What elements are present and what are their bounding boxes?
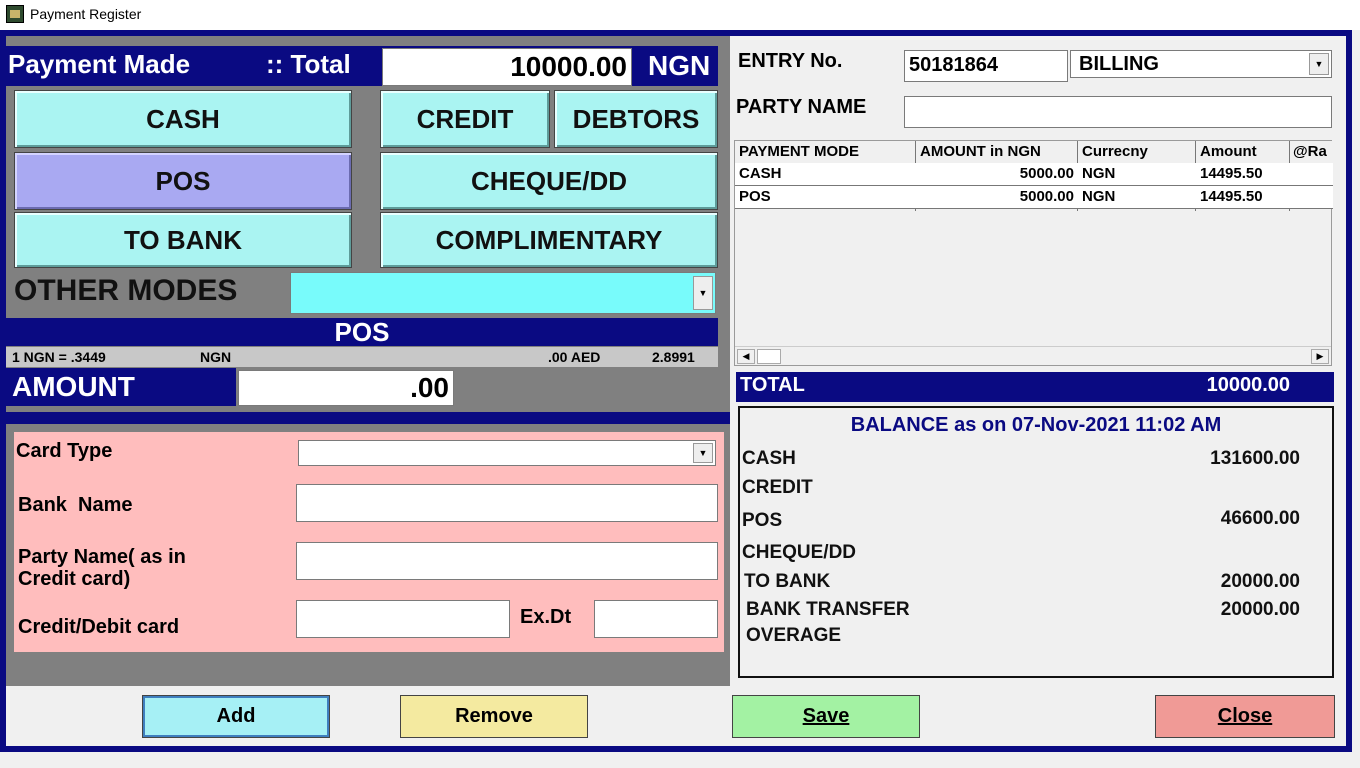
currency-label: NGN (648, 50, 711, 81)
amount-input[interactable]: .00 (238, 370, 454, 406)
grid-header-currency[interactable]: Currecny (1082, 143, 1194, 160)
close-button[interactable]: Close (1155, 695, 1335, 738)
complimentary-mode-button[interactable]: COMPLIMENTARY (380, 212, 718, 268)
party-name-label-line2: Credit card) (18, 568, 131, 590)
balance-overage-label: OVERAGE (746, 625, 842, 646)
grid-cell-currency: NGN (1082, 188, 1116, 205)
grid-cell-amount: 14495.50 (1200, 188, 1263, 205)
party-name-card-input[interactable] (296, 542, 718, 580)
bank-name-label: Bank Name (18, 494, 133, 516)
chevron-down-icon[interactable]: ▼ (693, 276, 713, 310)
bank-name-input[interactable] (296, 484, 718, 522)
cheque-mode-button[interactable]: CHEQUE/DD (380, 152, 718, 210)
section-title: POS (334, 317, 390, 347)
entry-no-field: 50181864 (904, 50, 1068, 82)
other-modes-label: OTHER MODES (14, 274, 238, 307)
grid-cell-mode: POS (739, 188, 771, 205)
balance-cash-label: CASH (742, 448, 796, 469)
debtors-mode-button[interactable]: DEBTORS (554, 90, 718, 148)
balance-cash-value: 131600.00 (1210, 448, 1300, 469)
grid-cell-amount: 14495.50 (1200, 165, 1263, 182)
remove-button[interactable]: Remove (400, 695, 588, 738)
grid-header-row: PAYMENT MODE AMOUNT in NGN Currecny Amou… (735, 141, 1333, 211)
balance-to-bank-value: 20000.00 (1220, 571, 1300, 592)
entry-type-select[interactable]: BILLING ▼ (1070, 50, 1332, 78)
scroll-left-icon[interactable]: ◀ (737, 349, 755, 364)
card-type-select[interactable]: ▼ (298, 440, 716, 466)
balance-bank-transfer-value: 20000.00 (1220, 599, 1300, 620)
balance-bank-transfer-label: BANK TRANSFER (746, 599, 910, 620)
card-number-input[interactable] (296, 600, 510, 638)
scroll-thumb[interactable] (757, 349, 781, 364)
grid-total-value: 10000.00 (1206, 374, 1290, 396)
grid-cell-mode: CASH (739, 165, 782, 182)
rate-bar (6, 347, 718, 367)
window-title: Payment Register (30, 6, 142, 22)
grid-header-amount-ngn[interactable]: AMOUNT in NGN (920, 143, 1076, 160)
grid-header-rate[interactable]: @Ra (1293, 143, 1331, 160)
table-row[interactable]: CASH 5000.00 NGN 14495.50 (735, 163, 1333, 186)
cash-mode-button[interactable]: CASH (14, 90, 352, 148)
balance-to-bank-label: TO BANK (744, 571, 831, 592)
payment-made-label: Payment Made (8, 49, 191, 79)
save-button[interactable]: Save (732, 695, 920, 738)
grid-cell-currency: NGN (1082, 165, 1116, 182)
grid-horizontal-scrollbar[interactable]: ◀ ▶ (735, 346, 1331, 365)
pos-mode-button[interactable]: POS (14, 152, 352, 210)
divider-bar (6, 412, 730, 424)
credit-mode-button[interactable]: CREDIT (380, 90, 550, 148)
party-name-input[interactable] (904, 96, 1332, 128)
add-button[interactable]: Add (142, 695, 330, 738)
party-name-label: PARTY NAME (736, 96, 867, 118)
party-name-label-line1: Party Name( as in (18, 546, 186, 568)
balance-pos-value: 46600.00 (1220, 508, 1300, 529)
rate-left-currency: NGN (200, 349, 232, 365)
card-type-label: Card Type (16, 440, 113, 462)
amount-label: AMOUNT (12, 371, 135, 402)
expiry-input[interactable] (594, 600, 718, 638)
balance-title: BALANCE as on 07-Nov-2021 11:02 AM (850, 414, 1222, 436)
balance-credit-label: CREDIT (742, 477, 813, 498)
table-row[interactable]: POS 5000.00 NGN 14495.50 (735, 186, 1333, 209)
balance-pos-label: POS (742, 510, 783, 531)
window-titlebar (0, 0, 1360, 30)
entry-no-label: ENTRY No. (738, 50, 843, 72)
rate-left: 1 NGN = .3449 (12, 349, 106, 365)
expiry-label: Ex.Dt (520, 606, 572, 628)
rate-right-value: 2.8991 (652, 349, 695, 365)
app-icon (6, 5, 24, 23)
grid-total-label: TOTAL (740, 374, 805, 396)
total-label: :: Total (266, 49, 351, 79)
chevron-down-icon[interactable]: ▼ (693, 443, 713, 463)
grid-cell-amount-ngn: 5000.00 (1019, 188, 1074, 205)
grid-header-amount[interactable]: Amount (1200, 143, 1288, 160)
card-number-label: Credit/Debit card (18, 616, 180, 638)
entry-type-value: BILLING (1079, 53, 1159, 75)
other-modes-select[interactable]: ▼ (290, 272, 716, 314)
scroll-right-icon[interactable]: ▶ (1311, 349, 1329, 364)
chevron-down-icon[interactable]: ▼ (1309, 53, 1329, 75)
grid-header-payment-mode[interactable]: PAYMENT MODE (739, 143, 915, 160)
to-bank-mode-button[interactable]: TO BANK (14, 212, 352, 268)
rate-right-amount: .00 AED (548, 349, 601, 365)
total-amount-field: 10000.00 (382, 48, 632, 86)
grid-cell-amount-ngn: 5000.00 (1019, 165, 1074, 182)
payment-grid: PAYMENT MODE AMOUNT in NGN Currecny Amou… (734, 140, 1333, 366)
balance-cheque-label: CHEQUE/DD (742, 542, 857, 563)
